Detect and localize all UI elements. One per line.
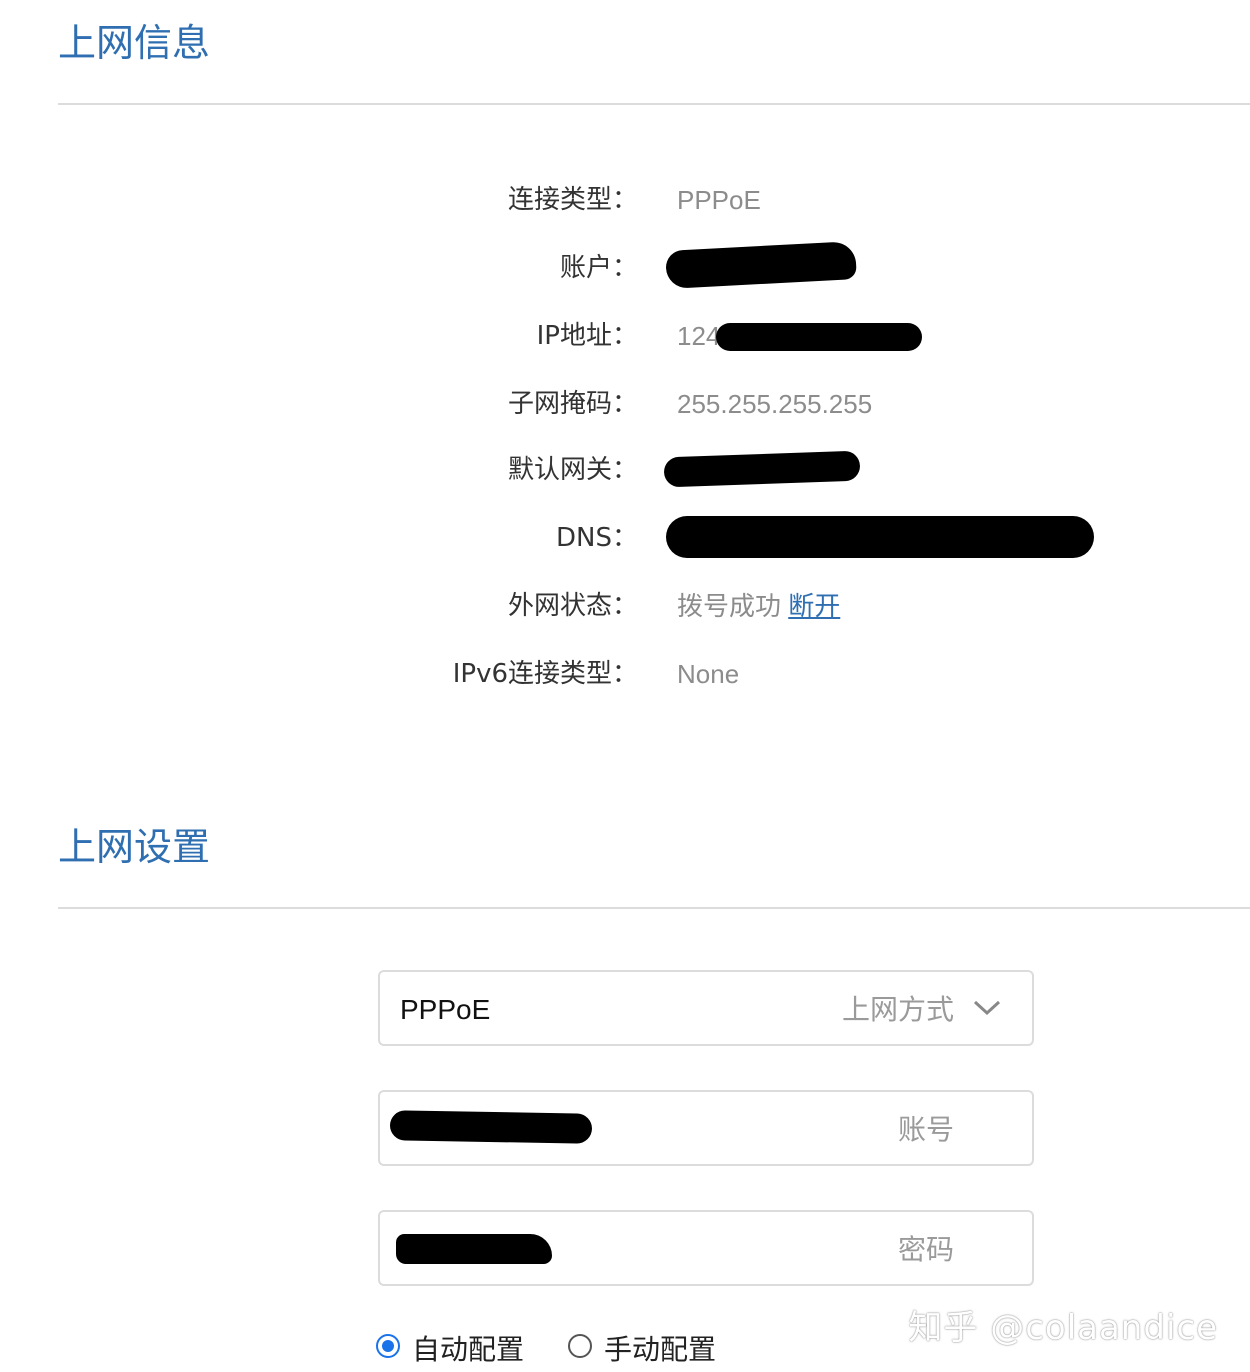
wan-status-value-wrap: 拨号成功 断开 xyxy=(677,586,840,626)
settings-section-divider xyxy=(58,907,1250,909)
dns-label: DNS： xyxy=(556,523,638,553)
account-input-hint: 账号 xyxy=(897,1113,954,1146)
auto-config-label: 自动配置 xyxy=(412,1333,525,1366)
dns-redaction-mark xyxy=(666,516,1094,558)
disconnect-link[interactable]: 断开 xyxy=(788,591,840,621)
account-input-redaction-mark xyxy=(389,1110,593,1144)
ip-address-value: 124 xyxy=(677,321,721,351)
info-row-ipv6: IPv6连接类型： None xyxy=(0,654,1250,694)
ip-address-label: IP地址： xyxy=(536,321,638,351)
connection-method-select[interactable]: PPPoE 上网方式 xyxy=(378,970,1034,1046)
account-label: 账户： xyxy=(559,253,638,283)
zhihu-watermark: 知乎 @colaandice xyxy=(908,1308,1218,1348)
radio-checked-icon xyxy=(376,1334,400,1358)
settings-section-title: 上网设置 xyxy=(58,825,211,869)
ip-redaction-mark xyxy=(716,323,922,351)
password-input-redaction-mark xyxy=(396,1234,552,1264)
info-row-wan-status: 外网状态： 拨号成功 断开 xyxy=(0,586,1250,626)
password-input-hint: 密码 xyxy=(897,1233,954,1266)
chevron-down-icon xyxy=(973,1000,1001,1016)
info-row-ip: IP地址： 124 xyxy=(0,316,1250,356)
info-row-subnet: 子网掩码： 255.255.255.255 xyxy=(0,384,1250,424)
info-row-gateway: 默认网关： xyxy=(0,450,1250,490)
wan-status-value: 拨号成功 xyxy=(677,591,782,621)
default-gateway-label: 默认网关： xyxy=(507,455,638,485)
ipv6-connection-type-label: IPv6连接类型： xyxy=(452,659,638,689)
wan-status-label: 外网状态： xyxy=(507,591,638,621)
connection-type-value: PPPoE xyxy=(677,185,761,215)
connection-type-label: 连接类型： xyxy=(507,185,638,215)
subnet-mask-label: 子网掩码： xyxy=(507,389,638,419)
ipv6-connection-type-value: None xyxy=(677,659,740,689)
manual-config-label: 手动配置 xyxy=(604,1333,717,1366)
info-row-connection-type: 连接类型： PPPoE xyxy=(0,180,1250,220)
subnet-mask-value: 255.255.255.255 xyxy=(677,389,873,419)
connection-method-hint: 上网方式 xyxy=(841,993,954,1026)
connection-method-value: PPPoE xyxy=(400,994,491,1025)
info-row-account: 账户： xyxy=(0,248,1250,288)
info-section-divider xyxy=(58,103,1250,105)
info-section-title: 上网信息 xyxy=(58,21,211,65)
radio-unchecked-icon xyxy=(568,1334,592,1358)
